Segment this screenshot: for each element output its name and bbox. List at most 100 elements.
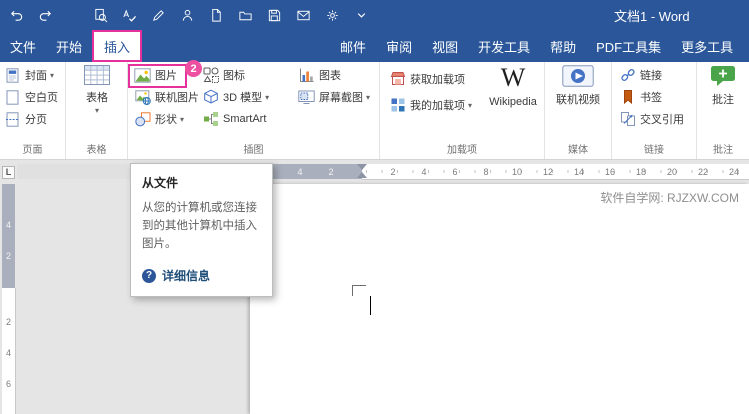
get-addins-icon [388,71,407,87]
cover-page-button[interactable]: 封面 ▾ [0,64,54,86]
hanging-indent-marker[interactable] [357,172,367,178]
first-line-indent-marker[interactable] [357,164,367,170]
tooltip-help-link[interactable]: ? 详细信息 [142,267,261,284]
screenshot-icon [297,89,316,105]
smartart-icon [201,111,220,127]
undo-icon[interactable] [7,6,25,24]
bookmark-button[interactable]: 书签 [615,86,662,108]
group-label-table: 表格 [86,145,107,156]
document-page[interactable]: 软件自学网: RJZXW.COM [250,184,749,414]
chevron-down-icon: ▾ [265,92,270,102]
group-comments: 批注 批注 [697,62,749,159]
tab-help[interactable]: 帮助 [540,30,586,62]
link-icon [618,67,637,83]
tab-pdf-tools[interactable]: PDF工具集 [586,30,671,62]
comment-icon [709,65,737,87]
3d-models-button[interactable]: 3D 模型 ▾ [198,86,269,108]
group-links: 链接 书签 交叉引用 链接 [612,62,697,159]
touch-mode-icon[interactable] [323,6,341,24]
cross-reference-icon [618,111,637,127]
online-video-icon [561,65,595,87]
ruler-number: 4 [297,167,303,177]
tab-view[interactable]: 视图 [422,30,468,62]
ruler-number: 4 [5,220,11,230]
horizontal-ruler: 4 2 2 4 6 8 10 12 14 16 18 20 22 24 [17,160,749,184]
3d-model-icon [201,89,220,105]
tab-more-tools[interactable]: 更多工具 [671,30,743,62]
picture-button[interactable]: 图片 [130,64,177,86]
chevron-down-icon: ▾ [180,114,185,124]
tab-insert[interactable]: 插入 [92,30,143,62]
online-video-button[interactable]: 联机视频 [551,65,605,107]
table-icon [83,65,111,85]
redo-icon[interactable] [36,6,54,24]
qat-more-icon[interactable] [352,6,370,24]
chart-button[interactable]: 图表 [294,64,341,86]
spelling-icon[interactable] [120,6,138,24]
get-addins-button[interactable]: 获取加载项 [385,68,465,90]
group-pages: 封面 ▾ 空白页 分页 页面 [0,62,66,159]
picture-icon [133,67,152,83]
tab-mailings[interactable]: 邮件 [330,30,376,62]
ribbon: 封面 ▾ 空白页 分页 页面 表格 ▾ 表格 图片 联机图片 形状 ▾ 图标 3… [0,62,749,160]
icons-icon [201,67,220,83]
cross-reference-button[interactable]: 交叉引用 [615,108,684,130]
chart-icon [297,67,316,83]
my-addins-button[interactable]: 我的加载项 ▾ [385,94,472,116]
text-cursor [370,296,371,315]
ruler-number: 2 [328,167,334,177]
ruler-number: 24 [728,167,740,177]
ruler-margin-segment [2,184,15,288]
vertical-ruler: 4 2 2 4 6 [0,184,17,414]
online-pictures-icon [133,89,152,105]
group-label-media: 媒体 [568,145,588,156]
print-preview-icon[interactable] [91,6,109,24]
tab-review[interactable]: 审阅 [376,30,422,62]
my-addins-icon [388,97,407,113]
online-pictures-button[interactable]: 联机图片 [130,86,199,108]
tab-home[interactable]: 开始 [46,30,92,62]
link-button[interactable]: 链接 [615,64,662,86]
wikipedia-button[interactable]: W Wikipedia [486,64,540,109]
group-label-pages: 页面 [22,145,43,156]
help-icon: ? [142,268,156,283]
ruler-number: 16 [604,167,616,177]
tab-stop-selector[interactable]: L [2,165,15,179]
ruler-number: 12 [542,167,554,177]
new-document-icon[interactable] [207,6,225,24]
contact-icon[interactable] [178,6,196,24]
ruler-number: 4 [5,348,11,358]
smartart-button[interactable]: SmartArt [198,108,266,130]
ruler-number: 14 [573,167,585,177]
page-break-button[interactable]: 分页 [0,108,47,130]
ruler-number: 6 [452,167,458,177]
ribbon-tab-row: 文件 开始 插入 邮件 审阅 视图 开发工具 帮助 PDF工具集 更多工具 [0,30,749,62]
ruler-number: 22 [697,167,709,177]
quick-access-toolbar [0,6,381,24]
tooltip-title: 从文件 [142,176,179,190]
watermark-text: 软件自学网: RJZXW.COM [600,191,739,205]
tab-file[interactable]: 文件 [0,30,46,62]
chevron-down-icon: ▾ [468,100,473,110]
draw-icon[interactable] [149,6,167,24]
email-icon[interactable] [294,6,312,24]
table-button[interactable]: 表格 ▾ [70,65,124,115]
tab-developer[interactable]: 开发工具 [468,30,540,62]
tooltip-link-text: 详细信息 [162,269,211,284]
page-break-icon [3,111,22,127]
shapes-button[interactable]: 形状 ▾ [130,108,184,130]
group-illustrations: 图片 联机图片 形状 ▾ 图标 3D 模型 ▾ SmartArt 图表 屏幕截图… [128,62,380,159]
tooltip-body: 从您的计算机或您连接到的其他计算机中插入图片。 [142,202,257,250]
icons-button[interactable]: 图标 [198,64,245,86]
annotation-step-badge: 2 [185,60,202,77]
blank-page-button[interactable]: 空白页 [0,86,58,108]
open-icon[interactable] [236,6,254,24]
screenshot-button[interactable]: 屏幕截图 ▾ [294,86,370,108]
ruler-number: 4 [421,167,427,177]
chevron-down-icon: ▾ [94,106,99,115]
save-icon[interactable] [265,6,283,24]
comment-button[interactable]: 批注 [700,65,746,107]
group-label-illustrations: 插图 [243,145,264,156]
cover-page-icon [3,67,22,83]
ruler-number: 2 [390,167,396,177]
